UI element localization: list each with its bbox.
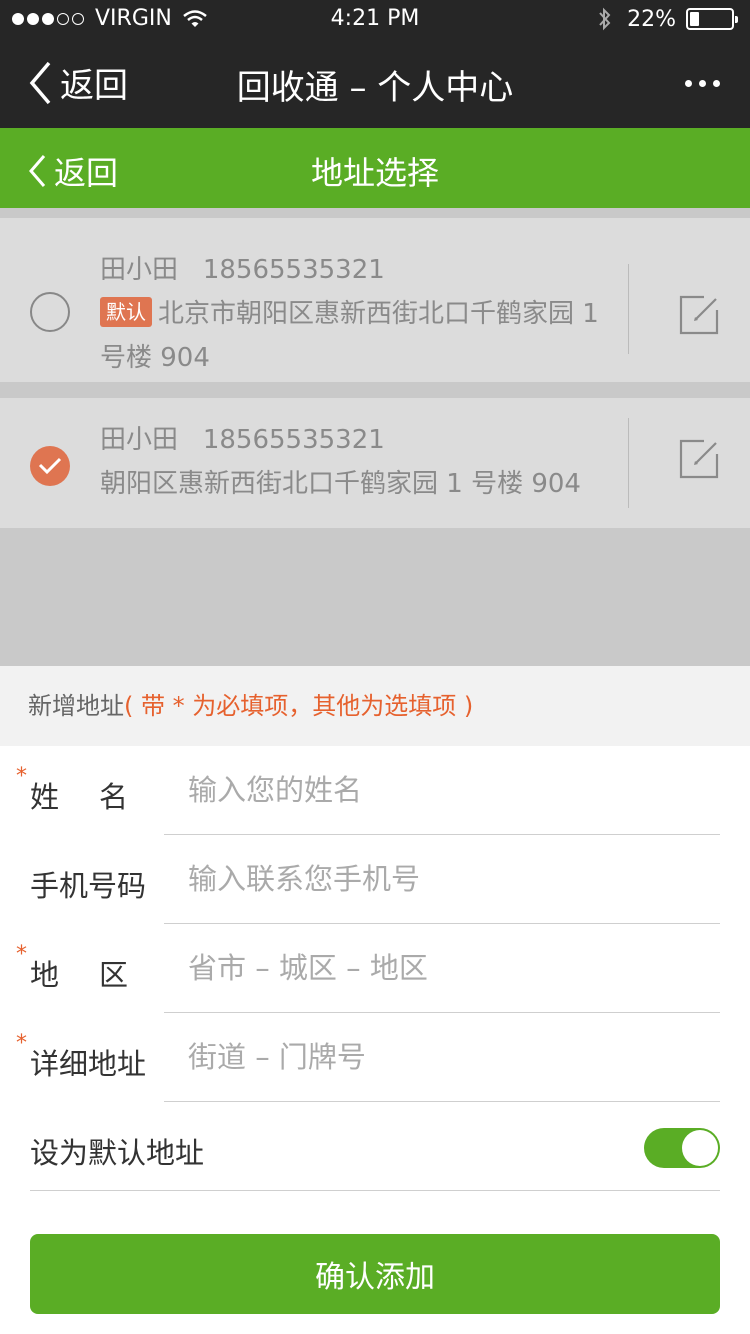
- more-dots-icon[interactable]: [678, 80, 720, 87]
- address-detail: 朝阳区惠新西街北口千鹤家园 1 号楼 904: [100, 469, 581, 499]
- name-row: * 姓名: [0, 746, 750, 835]
- row-divider: [30, 1190, 720, 1191]
- address-detail: 北京市朝阳区惠新西街北口千鹤家园 1 号楼 904: [100, 299, 599, 373]
- required-mark: *: [16, 1031, 27, 1056]
- default-toggle-row: 设为默认地址: [0, 1102, 750, 1191]
- address-radio-unselected[interactable]: [30, 292, 70, 332]
- name-input[interactable]: [164, 762, 720, 818]
- address-card[interactable]: 田小田 18565535321 默认 北京市朝阳区惠新西街北口千鹤家园 1 号楼 …: [0, 218, 750, 382]
- new-address-title: 新增地址: [28, 692, 124, 720]
- check-icon: [38, 457, 62, 475]
- detail-address-row: * 详细地址: [0, 1013, 750, 1102]
- phone-row: 手机号码: [0, 835, 750, 924]
- main-nav-title: 回收通 – 个人中心: [236, 68, 514, 108]
- sub-nav-title: 地址选择: [310, 154, 439, 192]
- address-info: 田小田 18565535321 默认 北京市朝阳区惠新西街北口千鹤家园 1 号楼 …: [100, 248, 620, 380]
- required-mark: *: [16, 942, 27, 967]
- address-name: 田小田: [100, 425, 179, 455]
- address-phone: 18565535321: [202, 425, 385, 455]
- address-divider: [628, 418, 629, 508]
- new-address-header: 新增地址( 带 * 为必填项，其他为选填项 ): [0, 666, 750, 746]
- name-label: 姓名: [30, 780, 169, 814]
- address-card[interactable]: 田小田 18565535321 朝阳区惠新西街北口千鹤家园 1 号楼 904: [0, 398, 750, 528]
- default-toggle-label: 设为默认地址: [30, 1136, 205, 1170]
- sub-nav-bar: 返回 地址选择: [0, 128, 750, 208]
- region-label: 地区: [30, 958, 169, 992]
- status-bar: VIRGIN 4:21 PM 22%: [0, 0, 750, 40]
- main-nav-bar: 返回 回收通 – 个人中心: [0, 40, 750, 128]
- bluetooth-icon: [599, 7, 611, 31]
- detail-address-input[interactable]: [164, 1029, 720, 1085]
- address-contact: 田小田 18565535321: [100, 248, 620, 292]
- required-mark: *: [16, 764, 27, 789]
- address-list: 田小田 18565535321 默认 北京市朝阳区惠新西街北口千鹤家园 1 号楼 …: [0, 208, 750, 666]
- detail-address-label: 详细地址: [30, 1047, 147, 1081]
- address-divider: [628, 264, 629, 354]
- address-radio-selected[interactable]: [30, 446, 70, 486]
- edit-icon[interactable]: [678, 294, 720, 336]
- confirm-add-button[interactable]: 确认添加: [30, 1234, 720, 1314]
- address-line: 默认 北京市朝阳区惠新西街北口千鹤家园 1 号楼 904: [100, 292, 620, 380]
- default-badge: 默认: [100, 297, 152, 327]
- toggle-knob: [682, 1130, 718, 1166]
- address-contact: 田小田 18565535321: [100, 418, 620, 462]
- default-toggle-switch[interactable]: [644, 1128, 720, 1168]
- address-name: 田小田: [100, 255, 179, 285]
- address-info: 田小田 18565535321 朝阳区惠新西街北口千鹤家园 1 号楼 904: [100, 418, 620, 506]
- status-right: 22%: [597, 6, 738, 32]
- phone-label: 手机号码: [30, 869, 147, 903]
- battery-icon: [686, 8, 738, 30]
- battery-percent: 22%: [627, 6, 676, 32]
- address-phone: 18565535321: [202, 255, 385, 285]
- region-row: * 地区: [0, 924, 750, 1013]
- required-note: ( 带 * 为必填项，其他为选填项 ): [124, 692, 474, 720]
- phone-input[interactable]: [164, 851, 720, 907]
- battery-fill: [690, 12, 699, 26]
- region-input[interactable]: [164, 940, 720, 996]
- edit-icon[interactable]: [678, 438, 720, 480]
